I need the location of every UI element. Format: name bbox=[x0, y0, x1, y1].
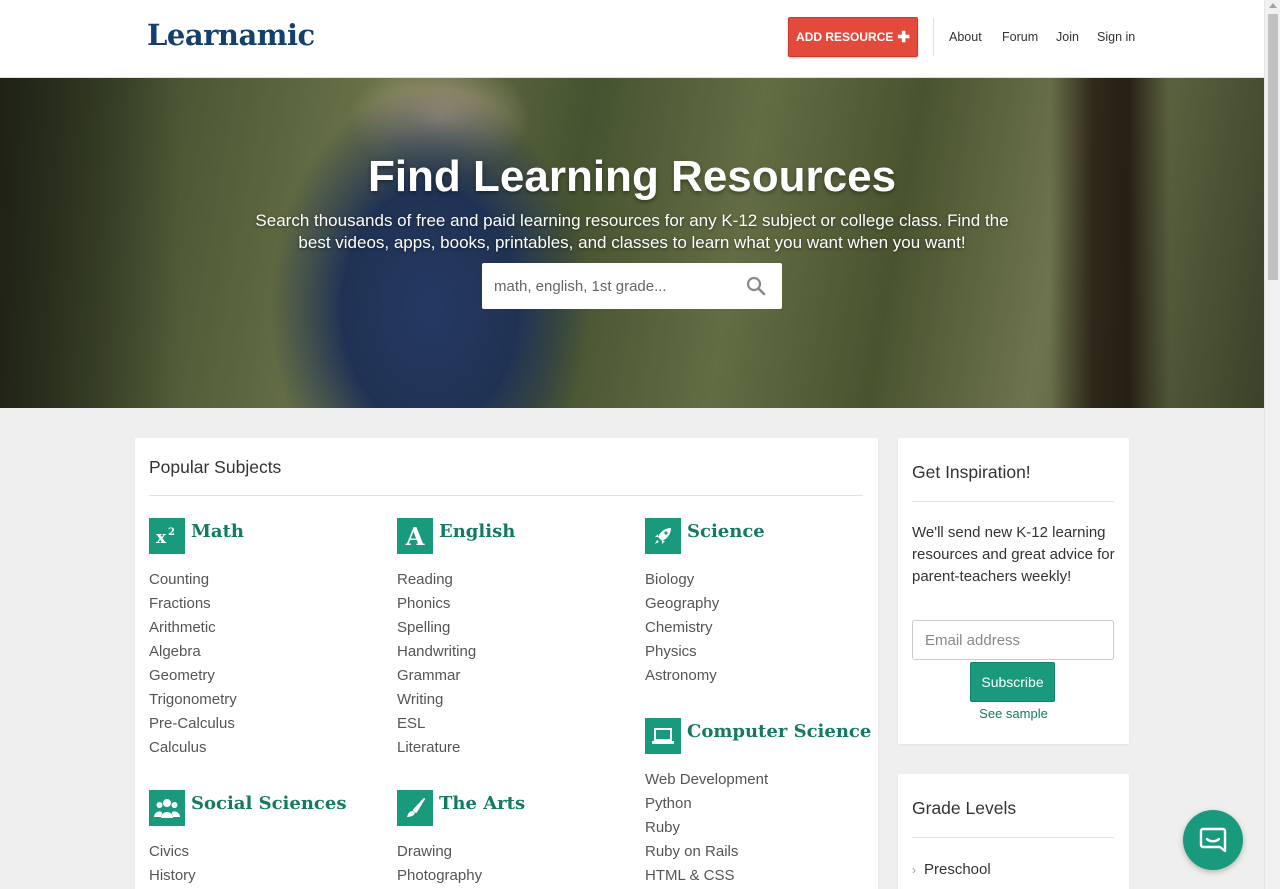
subject-math-list: Counting Fractions Arithmetic Algebra Ge… bbox=[149, 568, 244, 760]
subject-computer-science: Computer Science Web Development Python … bbox=[645, 718, 871, 888]
subject-link[interactable]: Writing bbox=[397, 688, 515, 712]
nav-link-join[interactable]: Join bbox=[1056, 30, 1079, 44]
laptop-icon bbox=[645, 718, 681, 754]
divider bbox=[912, 501, 1114, 502]
scroll-up-arrow-icon[interactable] bbox=[1269, 3, 1277, 8]
email-field[interactable] bbox=[912, 620, 1114, 660]
subject-the-arts: The Arts Drawing Photography bbox=[397, 790, 525, 888]
nav-link-sign-in[interactable]: Sign in bbox=[1097, 30, 1135, 44]
subject-computer-science-header[interactable]: Computer Science bbox=[645, 718, 871, 754]
rocket-icon bbox=[645, 518, 681, 554]
subject-link[interactable]: Python bbox=[645, 792, 871, 816]
subject-link[interactable]: Geography bbox=[645, 592, 765, 616]
subject-science-title: Science bbox=[687, 520, 765, 542]
subject-social-sciences-header[interactable]: Social Sciences bbox=[149, 790, 346, 826]
divider bbox=[912, 837, 1114, 838]
subject-link[interactable]: Astronomy bbox=[645, 664, 765, 688]
subject-link[interactable]: Ruby bbox=[645, 816, 871, 840]
subject-the-arts-header[interactable]: The Arts bbox=[397, 790, 525, 826]
hero-title: Find Learning Resources bbox=[367, 152, 897, 201]
subject-social-sciences: Social Sciences Civics History bbox=[149, 790, 346, 888]
subject-link[interactable]: Geometry bbox=[149, 664, 244, 688]
hero-banner: Find Learning Resources Search thousands… bbox=[0, 78, 1264, 408]
subject-link[interactable]: Spelling bbox=[397, 616, 515, 640]
subject-link[interactable]: Physics bbox=[645, 640, 765, 664]
subject-english: A English Reading Phonics Spelling Handw… bbox=[397, 518, 515, 760]
superscript-x2-icon: x2 bbox=[149, 518, 185, 554]
plus-icon: ✚ bbox=[897, 29, 910, 46]
chevron-right-icon: › bbox=[912, 862, 916, 877]
newsletter-card: Get Inspiration! We'll send new K-12 lea… bbox=[898, 438, 1129, 744]
subject-link[interactable]: Arithmetic bbox=[149, 616, 244, 640]
people-icon bbox=[149, 790, 185, 826]
subject-science-header[interactable]: Science bbox=[645, 518, 765, 554]
chat-bubble-icon bbox=[1199, 827, 1227, 853]
subject-link[interactable]: Drawing bbox=[397, 840, 525, 864]
subject-link[interactable]: Fractions bbox=[149, 592, 244, 616]
subject-link[interactable]: Pre-Calculus bbox=[149, 712, 244, 736]
subject-social-sciences-title: Social Sciences bbox=[191, 792, 347, 814]
grade-level-item[interactable]: › Preschool bbox=[912, 861, 991, 878]
subject-link[interactable]: History bbox=[149, 864, 346, 888]
hero-subtitle: Search thousands of free and paid learni… bbox=[255, 211, 1009, 252]
newsletter-description: We'll send new K-12 learning resources a… bbox=[912, 524, 1115, 585]
subject-link[interactable]: HTML & CSS bbox=[645, 864, 871, 888]
search-icon[interactable] bbox=[746, 276, 766, 296]
subject-english-list: Reading Phonics Spelling Handwriting Gra… bbox=[397, 568, 515, 760]
subject-link[interactable]: Ruby on Rails bbox=[645, 840, 871, 864]
top-navbar: Learnamic ADD RESOURCE ✚ About Forum Joi… bbox=[0, 0, 1264, 78]
subject-link[interactable]: Photography bbox=[397, 864, 525, 888]
subject-link[interactable]: Web Development bbox=[645, 768, 871, 792]
subject-link[interactable]: Civics bbox=[149, 840, 346, 864]
add-resource-button[interactable]: ADD RESOURCE ✚ bbox=[788, 17, 918, 57]
popular-subjects-title: Popular Subjects bbox=[149, 457, 282, 477]
subject-link[interactable]: Calculus bbox=[149, 736, 244, 760]
nav-link-forum[interactable]: Forum bbox=[1002, 30, 1038, 44]
svg-text:x: x bbox=[156, 528, 167, 546]
subject-link[interactable]: ESL bbox=[397, 712, 515, 736]
subscribe-button[interactable]: Subscribe bbox=[970, 662, 1055, 702]
nav-divider bbox=[933, 18, 934, 56]
search-input[interactable] bbox=[482, 263, 732, 309]
add-resource-label: ADD RESOURCE bbox=[796, 30, 894, 44]
grade-levels-card: Grade Levels › Preschool bbox=[898, 774, 1129, 889]
subject-link[interactable]: Trigonometry bbox=[149, 688, 244, 712]
nav-link-about[interactable]: About bbox=[949, 30, 982, 44]
subject-the-arts-title: The Arts bbox=[439, 792, 526, 814]
subject-science-list: Biology Geography Chemistry Physics Astr… bbox=[645, 568, 765, 688]
subject-link[interactable]: Literature bbox=[397, 736, 515, 760]
subject-math-title: Math bbox=[191, 520, 244, 542]
subject-link[interactable]: Phonics bbox=[397, 592, 515, 616]
site-logo[interactable]: Learnamic bbox=[147, 18, 315, 52]
subject-math-header[interactable]: x2 Math bbox=[149, 518, 244, 554]
subject-math: x2 Math Counting Fractions Arithmetic Al… bbox=[149, 518, 244, 760]
subject-link[interactable]: Reading bbox=[397, 568, 515, 592]
subject-link[interactable]: Chemistry bbox=[645, 616, 765, 640]
subject-social-sciences-list: Civics History bbox=[149, 840, 346, 888]
subject-computer-science-list: Web Development Python Ruby Ruby on Rail… bbox=[645, 768, 871, 888]
subject-link[interactable]: Counting bbox=[149, 568, 244, 592]
subject-link[interactable]: Grammar bbox=[397, 664, 515, 688]
subject-link[interactable]: Algebra bbox=[149, 640, 244, 664]
subject-english-header[interactable]: A English bbox=[397, 518, 515, 554]
subject-link[interactable]: Biology bbox=[645, 568, 765, 592]
scrollbar-thumb[interactable] bbox=[1268, 14, 1278, 280]
subject-computer-science-title: Computer Science bbox=[687, 720, 872, 742]
subject-the-arts-list: Drawing Photography bbox=[397, 840, 525, 888]
popular-subjects-card: Popular Subjects x2 Math Counting Fracti… bbox=[135, 438, 878, 889]
see-sample-link[interactable]: See sample bbox=[898, 706, 1129, 721]
paintbrush-icon bbox=[397, 790, 433, 826]
svg-text:2: 2 bbox=[168, 527, 175, 538]
subject-science: Science Biology Geography Chemistry Phys… bbox=[645, 518, 765, 688]
chat-launcher-button[interactable] bbox=[1183, 810, 1243, 870]
subject-english-title: English bbox=[439, 520, 516, 542]
page-scrollbar[interactable] bbox=[1264, 0, 1280, 889]
newsletter-title: Get Inspiration! bbox=[912, 462, 1031, 482]
divider bbox=[149, 495, 863, 496]
search-box bbox=[482, 263, 782, 309]
grade-level-label: Preschool bbox=[924, 861, 991, 878]
letter-a-icon: A bbox=[397, 518, 433, 554]
grade-levels-title: Grade Levels bbox=[912, 798, 1017, 818]
subject-link[interactable]: Handwriting bbox=[397, 640, 515, 664]
